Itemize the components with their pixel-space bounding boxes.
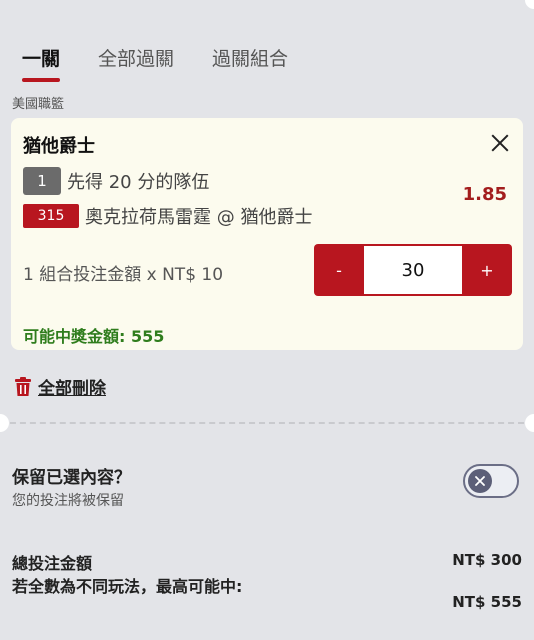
keep-selection-title: 保留已選內容？ [12,468,131,488]
market-number-badge: 1 [23,167,61,195]
bet-type-tabs: 一關 全部過關 過關組合 [22,44,288,82]
keep-selection-toggle[interactable] [463,464,519,498]
stake-input[interactable] [364,246,462,294]
trash-icon [15,376,31,396]
selection-title: 猶他爵士 [23,136,95,157]
tab-parlay-combo[interactable]: 過關組合 [212,44,288,80]
delete-all-button[interactable]: 全部刪除 [14,374,106,399]
stake-label: 1 組合投注金額 x NT$ 10 [23,265,224,285]
close-icon[interactable] [487,130,513,156]
section-divider [0,422,534,424]
delete-all-label: 全部刪除 [38,379,106,399]
x-icon [475,476,485,486]
notch-left [0,414,9,432]
tab-single[interactable]: 一關 [22,44,61,82]
market-name: 先得 20 分的隊伍 [67,172,210,193]
total-stake-label: 總投注金額 [12,554,93,573]
market-row: 1 先得 20 分的隊伍 [23,167,209,195]
max-payout-value: NT$ 555 [452,593,522,611]
increase-button[interactable]: + [462,244,512,296]
notch-right [525,414,534,432]
odds-value: 1.85 [462,184,507,205]
total-stake-value: NT$ 300 [452,551,522,569]
max-payout-label: 若全數為不同玩法，最高可能中: [12,577,243,596]
matchup-label: 奧克拉荷馬雷霆 @ 猶他爵士 [85,207,313,228]
event-row: 315 奧克拉荷馬雷霆 @ 猶他爵士 [23,203,312,229]
league-label: 美國職籃 [12,97,65,112]
event-code-badge: 315 [23,204,79,228]
decrease-button[interactable]: - [314,244,364,296]
tab-all-parlay[interactable]: 全部過關 [98,44,174,80]
bet-card: 猶他爵士 1 先得 20 分的隊伍 315 奧克拉荷馬雷霆 @ 猶他爵士 1.8… [11,118,523,350]
toggle-knob [468,469,492,493]
keep-selection-subtitle: 您的投注將被保留 [12,493,124,509]
notch-top-right [525,0,534,9]
stake-stepper: - + [314,244,512,296]
potential-payout: 可能中獎金額: 555 [23,327,165,346]
